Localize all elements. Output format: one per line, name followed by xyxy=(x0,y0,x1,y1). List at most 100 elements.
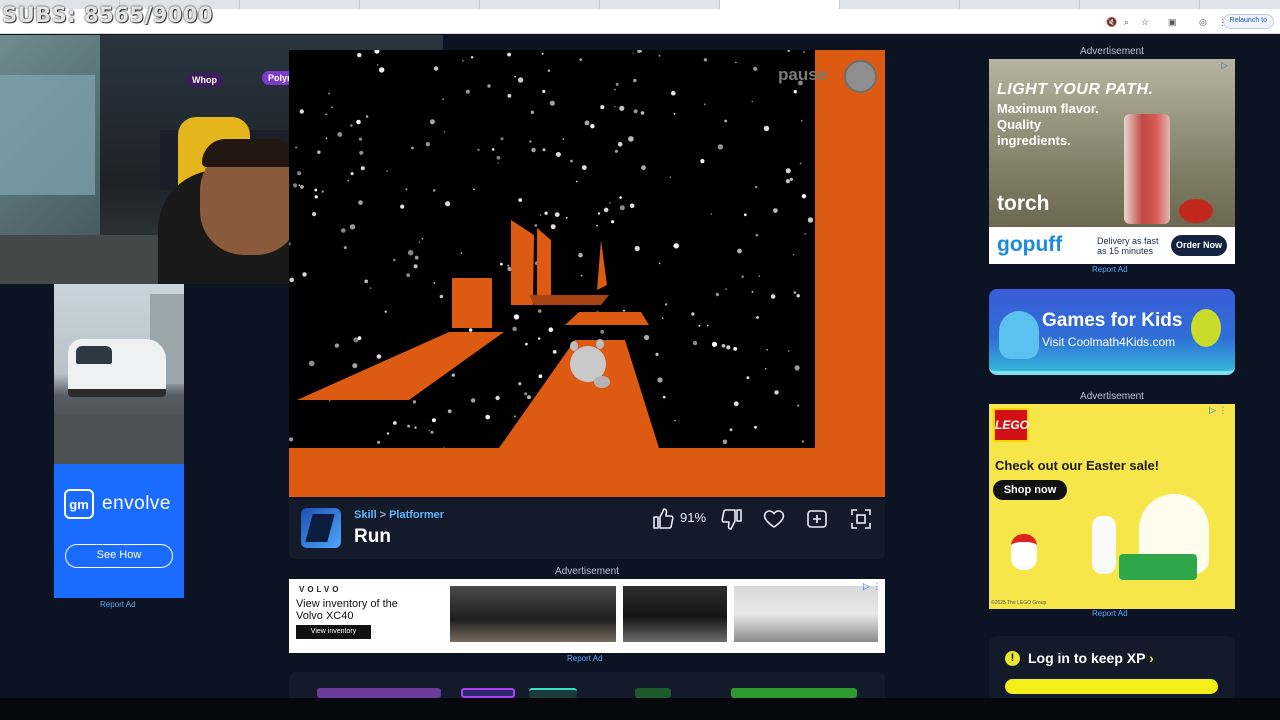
left-ad[interactable]: gm envolve See How xyxy=(54,284,184,598)
report-ad-link[interactable]: Report Ad xyxy=(100,600,136,609)
distant-tile xyxy=(565,312,649,325)
kids-banner-title: Games for Kids xyxy=(1042,310,1183,331)
game-tile[interactable] xyxy=(731,688,857,698)
strawberry-image xyxy=(1179,199,1213,223)
floor-platform xyxy=(289,448,885,497)
volvo-car-image xyxy=(734,586,878,642)
zoom-icon[interactable]: ⌕ xyxy=(1124,17,1129,28)
report-ad-link[interactable]: Report Ad xyxy=(567,654,603,663)
chevron-right-icon: › xyxy=(1149,650,1154,666)
game-tile[interactable] xyxy=(317,688,441,698)
lego-chicken-figure xyxy=(1011,534,1037,570)
add-to-playlist-icon[interactable] xyxy=(805,507,829,531)
shop-now-button[interactable]: Shop now xyxy=(993,480,1067,500)
screen: 🔇 ⌕ ☆ ▣ ◎ ⋮ Relaunch to SUBS: 8565/9000 … xyxy=(0,0,1280,720)
adchoices-icon[interactable]: ▷ xyxy=(1221,60,1228,71)
gopuff-logo: gopuff xyxy=(997,233,1063,256)
relaunch-button[interactable]: Relaunch to xyxy=(1222,14,1274,29)
advertisement-label: Advertisement xyxy=(555,566,619,577)
game-canvas[interactable]: pause xyxy=(289,50,885,497)
coolmath4kids-banner[interactable]: Games for Kids Visit Coolmath4Kids.com xyxy=(989,289,1235,375)
volvo-interior-image xyxy=(450,586,616,642)
screen-bottom-bar xyxy=(0,698,1280,720)
tunnel-floor xyxy=(529,295,609,305)
volvo-logo: VOLVO xyxy=(299,585,342,594)
game-level-geometry xyxy=(289,50,885,497)
tunnel-wall-left xyxy=(511,220,534,305)
octopus-mascot xyxy=(999,311,1039,359)
login-label: Log in to keep XP xyxy=(1028,650,1146,666)
browser-tab-active[interactable] xyxy=(720,0,840,9)
lego-headline: Check out our Easter sale! xyxy=(995,458,1159,473)
runner-ear xyxy=(570,341,578,351)
ad-van-window xyxy=(76,346,112,364)
browser-tab[interactable] xyxy=(960,0,1080,9)
runner-ear xyxy=(596,339,604,349)
view-inventory-button[interactable]: View inventory xyxy=(296,625,371,639)
report-ad-link[interactable]: Report Ad xyxy=(1092,609,1128,618)
browser-tab[interactable] xyxy=(360,0,480,9)
thumbs-up-icon[interactable] xyxy=(651,507,675,531)
advertisement-label: Advertisement xyxy=(1080,391,1144,402)
left-platform xyxy=(297,332,504,400)
game-tile[interactable] xyxy=(529,688,577,698)
thumbs-down-icon[interactable] xyxy=(720,507,744,531)
star-icon[interactable]: ☆ xyxy=(1141,17,1149,28)
torch-headline: LIGHT YOUR PATH. xyxy=(997,81,1154,98)
webcam-person-hair xyxy=(202,139,298,167)
game-tile[interactable] xyxy=(461,688,515,698)
see-how-button[interactable]: See How xyxy=(65,544,173,568)
breadcrumb: Skill > Platformer xyxy=(354,509,444,521)
lego-copyright: ©2025 The LEGO Group xyxy=(991,600,1047,606)
heart-icon[interactable] xyxy=(762,507,786,531)
torch-ad[interactable]: LIGHT YOUR PATH. Maximum flavor. Quality… xyxy=(989,59,1235,264)
runner-foot xyxy=(594,376,610,388)
profile-icon[interactable]: ◎ xyxy=(1199,17,1207,28)
tunnel-wall-left-2 xyxy=(537,228,551,300)
login-text[interactable]: Log in to keep XP › xyxy=(1028,650,1154,666)
volvo-seat-image xyxy=(623,586,727,642)
game-title: Run xyxy=(354,526,391,547)
right-wall xyxy=(815,50,885,497)
xp-progress-bar xyxy=(1005,679,1218,694)
browser-tab[interactable] xyxy=(240,0,360,9)
browser-tab[interactable] xyxy=(840,0,960,9)
order-now-button[interactable]: Order Now xyxy=(1171,235,1227,256)
browser-tab[interactable] xyxy=(480,0,600,9)
subscriber-counter-overlay: SUBS: 8565/9000 xyxy=(2,3,214,27)
lego-ad[interactable]: LEGO Check out our Easter sale! Shop now… xyxy=(989,404,1235,609)
report-ad-link[interactable]: Report Ad xyxy=(1092,265,1128,274)
rating-percent: 91% xyxy=(680,510,707,525)
browser-tab[interactable] xyxy=(600,0,720,9)
breadcrumb-separator: > xyxy=(379,509,387,521)
extensions-icon[interactable]: ▣ xyxy=(1168,17,1177,28)
torch-brand: torch xyxy=(997,192,1050,215)
adchoices-icon[interactable]: ▷ ⋮ xyxy=(863,581,881,592)
breadcrumb-subcategory[interactable]: Platformer xyxy=(389,509,444,521)
adchoices-icon[interactable]: ▷ ⋮ xyxy=(1209,405,1227,416)
lego-wheelbarrow xyxy=(1119,554,1197,580)
mute-icon[interactable]: 🔇 xyxy=(1106,17,1117,28)
tunnel-spire xyxy=(597,240,607,290)
gm-logo: gm xyxy=(64,489,94,519)
volvo-ad[interactable]: VOLVO View inventory of the Volvo XC40 V… xyxy=(289,579,885,653)
lego-logo: LEGO xyxy=(993,408,1029,442)
webcam-projector-screen xyxy=(0,75,95,195)
pause-button[interactable] xyxy=(844,60,877,93)
neon-sign: Whop xyxy=(186,73,223,87)
breadcrumb-category[interactable]: Skill xyxy=(354,509,377,521)
browser-tab[interactable] xyxy=(1080,0,1200,9)
torch-can-image xyxy=(1124,114,1170,224)
alien-mascot xyxy=(1191,309,1221,347)
pause-label[interactable]: pause xyxy=(778,65,827,85)
gopuff-delivery-text: Delivery as fast as 15 minutes xyxy=(1097,236,1159,256)
fullscreen-icon[interactable] xyxy=(849,507,873,531)
kids-banner-subtitle: Visit Coolmath4Kids.com xyxy=(1042,335,1176,349)
game-tile[interactable] xyxy=(635,688,671,698)
ad-road xyxy=(54,414,184,464)
gopuff-bar: gopuff Delivery as fast as 15 minutes Or… xyxy=(989,227,1235,264)
game-info-bar: Skill > Platformer Run 91% xyxy=(289,499,885,559)
login-xp-card[interactable]: ! Log in to keep XP › xyxy=(989,636,1235,700)
block-platform xyxy=(452,278,492,328)
game-thumbnail[interactable] xyxy=(301,508,341,548)
